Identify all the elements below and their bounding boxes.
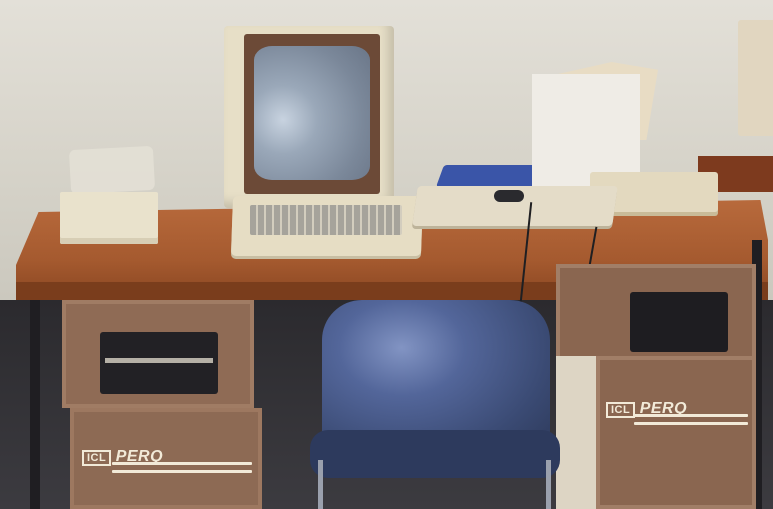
floppy-drive-slot [100,332,218,394]
magazine-file-box [532,74,640,186]
right-tower-stripe [634,422,748,425]
desk-box [60,192,158,244]
chair-leg [318,460,323,509]
chair-seat [310,430,560,478]
left-icl-logo: ICL [82,450,112,466]
right-tower-drive-slot [630,292,728,352]
right-tower-stripe [634,414,748,417]
chair-leg [546,460,551,509]
keyboard-keys [250,205,402,235]
left-tower-stripe [112,470,252,473]
right-tower-side-panel [556,356,596,509]
monitor-screen [254,46,370,180]
tissue-paper [68,145,156,195]
right-icl-logo: ICL [606,402,636,418]
floppy-drive-lever [105,358,213,363]
left-tower-stripe [112,462,252,465]
photo-scene: ICL PERQ ICL PERQ [0,0,773,509]
background-monitor [738,20,773,136]
right-tower-base [596,356,756,509]
desk-leg-left [30,300,40,509]
tablet-puck [494,190,524,202]
